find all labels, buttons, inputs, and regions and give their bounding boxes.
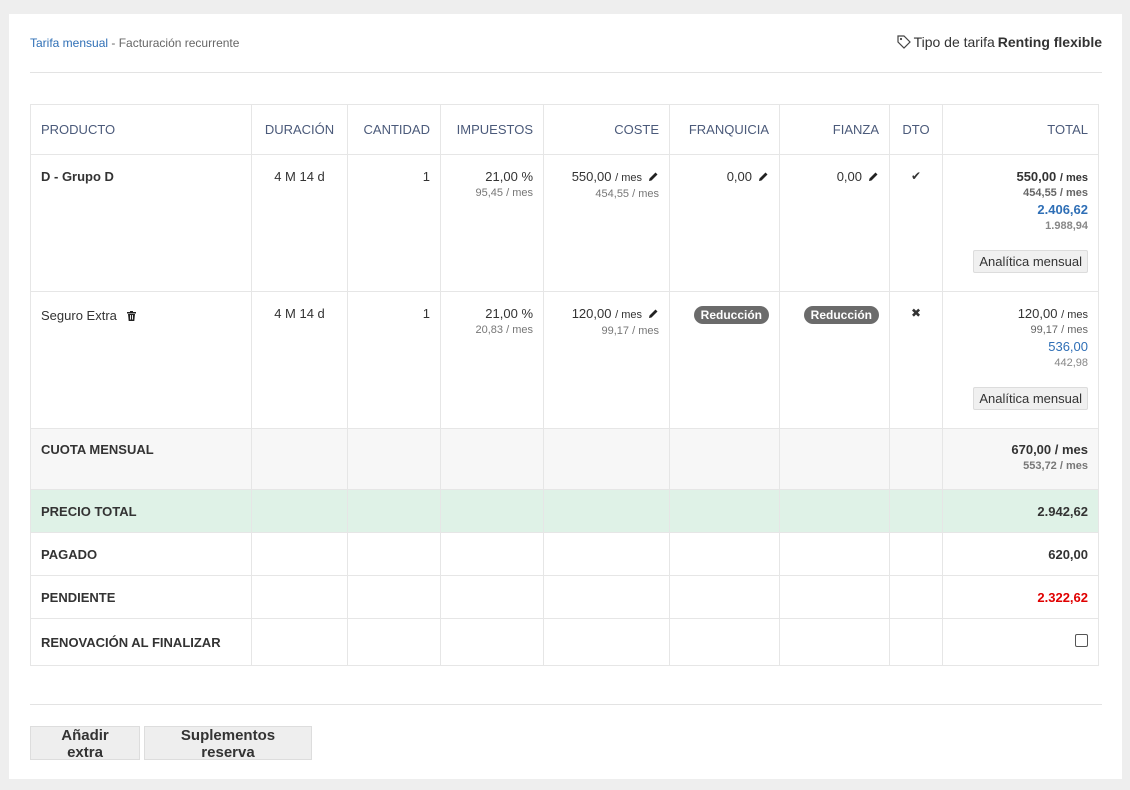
tax-amount: 95,45 / mes xyxy=(475,187,533,199)
billing-panel: Tarifa mensual - Facturación recurrente … xyxy=(9,14,1122,779)
total-overall-net: 1.988,94 xyxy=(1045,220,1088,232)
table-row: D - Grupo D 4 M 14 d 1 21,00 % 95,45 / m… xyxy=(30,154,1099,292)
edit-cost-pencil-icon[interactable] xyxy=(648,170,659,185)
total-monthly: 120,00 xyxy=(1017,306,1058,321)
cuota-value: 670,00 / mes xyxy=(1011,442,1088,457)
fianza-badge: Reducción xyxy=(803,306,879,324)
footer-divider xyxy=(30,704,1102,705)
tarifa-type: Tipo de tarifa Renting flexible xyxy=(896,34,1102,50)
edit-cost-pencil-icon[interactable] xyxy=(648,307,659,322)
franquicia-badge: Reducción xyxy=(693,306,769,324)
table-header-row: PRODUCTO DURACIÓN CANTIDAD IMPUESTOS COS… xyxy=(30,104,1099,155)
renovacion-row: RENOVACIÓN AL FINALIZAR xyxy=(30,618,1099,666)
cost-value: 120,00 xyxy=(571,306,612,321)
pendiente-label: PENDIENTE xyxy=(30,575,252,619)
cost-net: 99,17 / mes xyxy=(601,325,659,338)
analitica-mensual-button[interactable]: Analítica mensual xyxy=(973,250,1088,273)
renovacion-label: RENOVACIÓN AL FINALIZAR xyxy=(30,618,252,666)
col-header-franquicia: FRANQUICIA xyxy=(669,104,780,155)
col-header-fianza: FIANZA xyxy=(779,104,890,155)
billing-table: PRODUCTO DURACIÓN CANTIDAD IMPUESTOS COS… xyxy=(30,104,1099,666)
col-header-dto: DTO xyxy=(889,104,943,155)
edit-franquicia-pencil-icon[interactable] xyxy=(758,170,769,185)
quantity-cell: 1 xyxy=(347,291,441,429)
breadcrumb-current: Facturación recurrente xyxy=(118,36,240,50)
dto-cross-icon: ✖ xyxy=(889,291,943,429)
edit-fianza-pencil-icon[interactable] xyxy=(868,170,879,185)
total-monthly-net: 99,17 / mes xyxy=(1030,324,1088,336)
tag-icon xyxy=(896,35,911,49)
total-monthly-unit: / mes xyxy=(1061,309,1088,321)
precio-total-row: PRECIO TOTAL 2.942,62 xyxy=(30,489,1099,533)
product-cell: Seguro Extra xyxy=(30,291,252,429)
fianza-cell: 0,00 xyxy=(779,154,890,292)
pagado-row: PAGADO 620,00 xyxy=(30,532,1099,576)
analitica-mensual-button[interactable]: Analítica mensual xyxy=(973,387,1088,410)
total-monthly-unit: / mes xyxy=(1059,172,1088,184)
tarifa-value: Renting flexible xyxy=(997,34,1102,50)
cost-cell: 120,00 / mes 99,17 / mes xyxy=(543,291,670,429)
quantity-cell: 1 xyxy=(347,154,441,292)
tax-cell: 21,00 % 20,83 / mes xyxy=(440,291,544,429)
total-monthly: 550,00 xyxy=(1016,169,1057,184)
col-header-coste: COSTE xyxy=(543,104,670,155)
cuota-net: 553,72 / mes xyxy=(1023,460,1088,472)
pendiente-value: 2.322,62 xyxy=(942,575,1099,619)
pagado-label: PAGADO xyxy=(30,532,252,576)
breadcrumb: Tarifa mensual - Facturación recurrente xyxy=(30,36,239,50)
franquicia-cell: Reducción xyxy=(669,291,780,429)
duration-cell: 4 M 14 d xyxy=(251,154,348,292)
precio-label: PRECIO TOTAL xyxy=(30,489,252,533)
total-cell: 550,00 / mes 454,55 / mes 2.406,62 1.988… xyxy=(942,154,1099,292)
cuota-label: CUOTA MENSUAL xyxy=(30,428,252,490)
renovacion-checkbox[interactable] xyxy=(1075,634,1088,647)
breadcrumb-separator: - xyxy=(108,36,119,50)
tarifa-label: Tipo de tarifa xyxy=(913,34,995,50)
cost-value: 550,00 xyxy=(571,169,612,184)
fianza-value: 0,00 xyxy=(836,169,862,184)
dto-check-icon: ✔ xyxy=(889,154,943,292)
cuota-mensual-row: CUOTA MENSUAL 670,00 / mes 553,72 / mes xyxy=(30,428,1099,490)
col-header-total: TOTAL xyxy=(942,104,1099,155)
pendiente-row: PENDIENTE 2.322,62 xyxy=(30,575,1099,619)
precio-value: 2.942,62 xyxy=(942,489,1099,533)
tax-cell: 21,00 % 95,45 / mes xyxy=(440,154,544,292)
total-overall-net: 442,98 xyxy=(1054,357,1088,369)
duration-cell: 4 M 14 d xyxy=(251,291,348,429)
panel-header: Tarifa mensual - Facturación recurrente … xyxy=(30,14,1102,73)
add-extra-button[interactable]: Añadir extra xyxy=(30,726,140,761)
pagado-value: 620,00 xyxy=(942,532,1099,576)
cost-cell: 550,00 / mes 454,55 / mes xyxy=(543,154,670,292)
tax-rate: 21,00 % xyxy=(485,169,533,184)
trash-icon[interactable] xyxy=(126,309,136,324)
cost-unit: / mes xyxy=(615,309,642,321)
total-monthly-net: 454,55 / mes xyxy=(1023,187,1088,199)
product-name: Seguro Extra xyxy=(41,308,117,323)
col-header-duracion: DURACIÓN xyxy=(251,104,348,155)
renovacion-cell xyxy=(942,618,1099,666)
total-overall: 536,00 xyxy=(1048,339,1088,354)
breadcrumb-link-tarifa-mensual[interactable]: Tarifa mensual xyxy=(30,36,108,50)
col-header-producto: PRODUCTO xyxy=(30,104,252,155)
cost-unit: / mes xyxy=(615,172,642,184)
cost-net: 454,55 / mes xyxy=(595,188,659,201)
total-cell: 120,00 / mes 99,17 / mes 536,00 442,98 A… xyxy=(942,291,1099,429)
table-row: Seguro Extra 4 M 14 d 1 21,00 % 20,83 / … xyxy=(30,291,1099,429)
col-header-cantidad: CANTIDAD xyxy=(347,104,441,155)
suplementos-reserva-button[interactable]: Suplementos reserva xyxy=(144,726,312,761)
franquicia-value: 0,00 xyxy=(726,169,752,184)
product-name: D - Grupo D xyxy=(30,154,252,292)
franquicia-cell: 0,00 xyxy=(669,154,780,292)
fianza-cell: Reducción xyxy=(779,291,890,429)
tax-rate: 21,00 % xyxy=(485,306,533,321)
cuota-cell: 670,00 / mes 553,72 / mes xyxy=(942,428,1099,490)
col-header-impuestos: IMPUESTOS xyxy=(440,104,544,155)
tax-amount: 20,83 / mes xyxy=(475,324,533,336)
total-overall: 2.406,62 xyxy=(1037,202,1088,217)
